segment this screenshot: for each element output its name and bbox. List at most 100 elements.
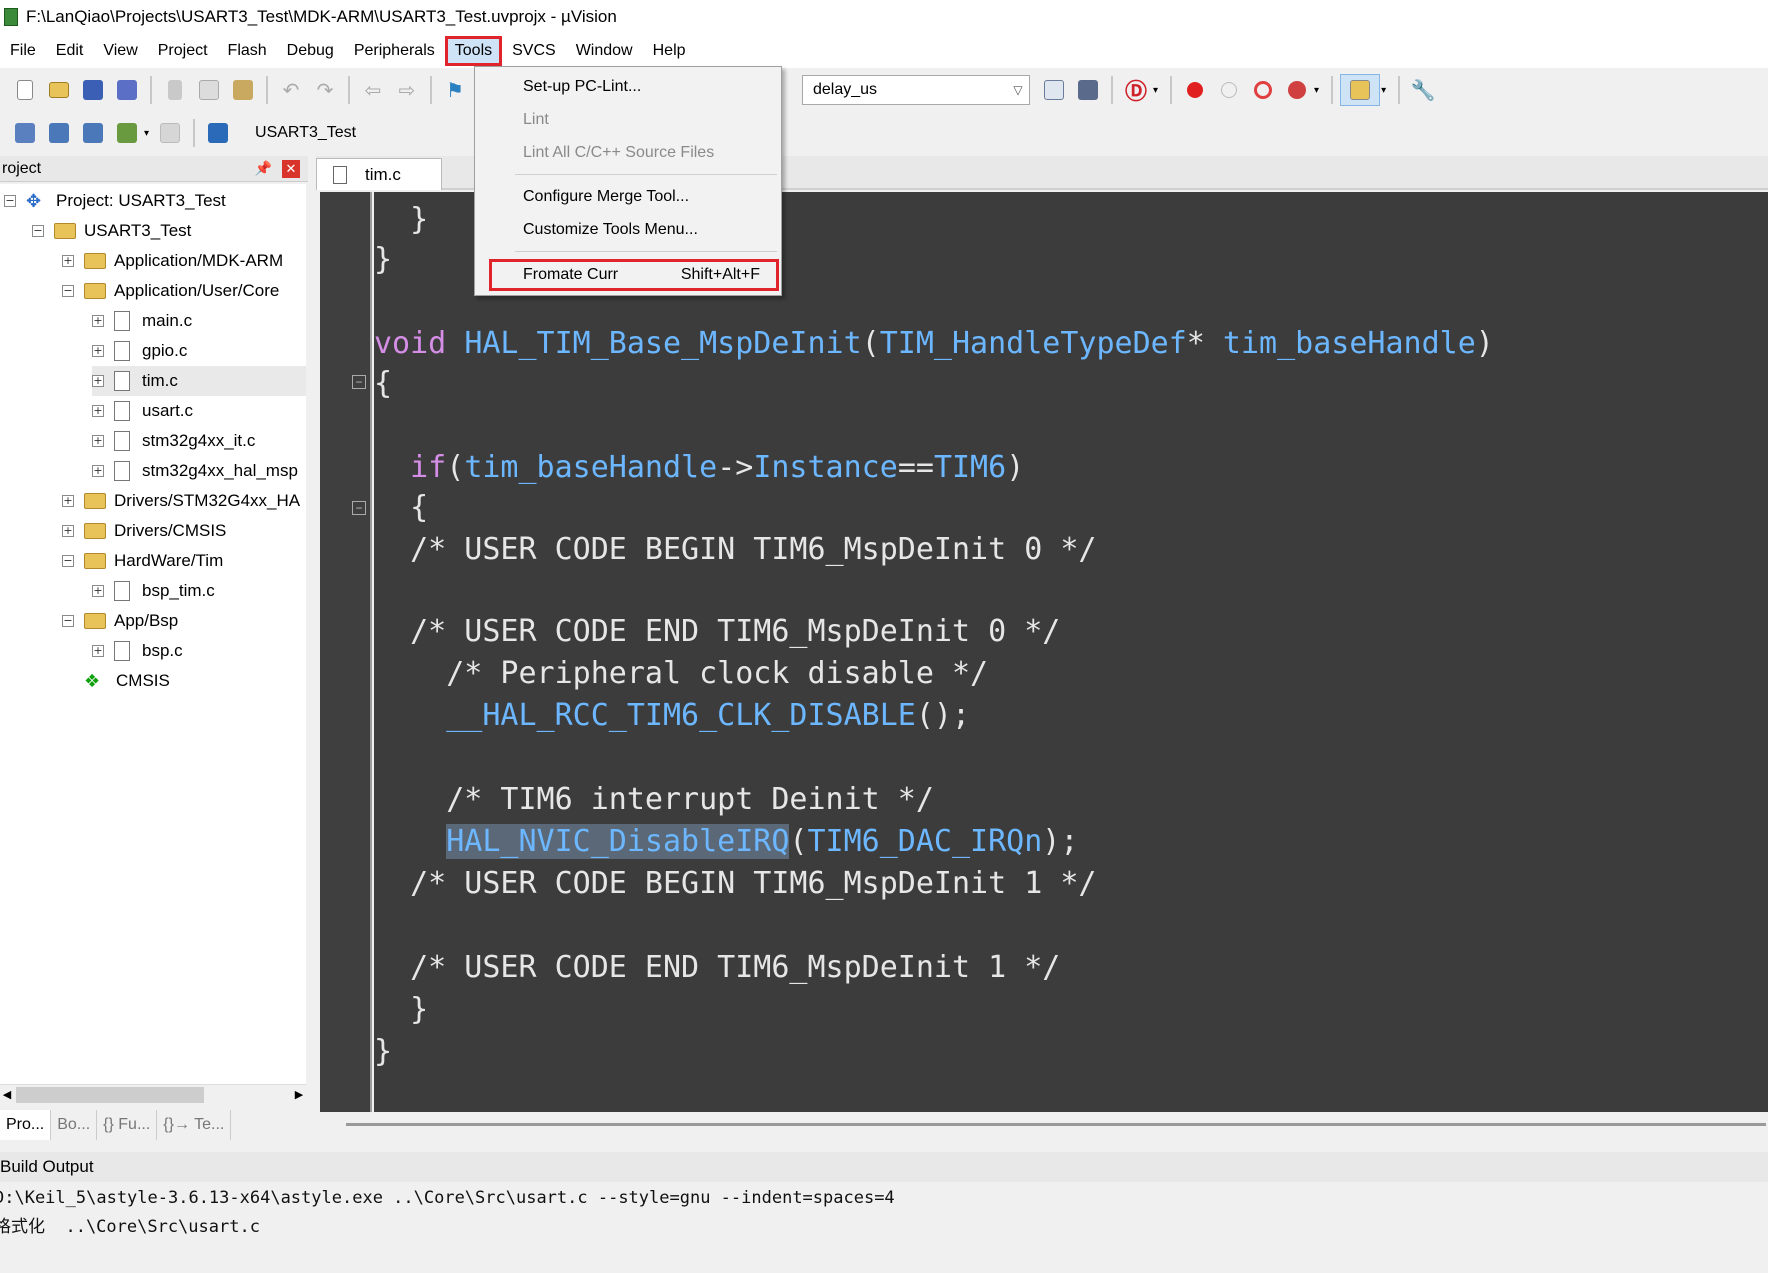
menu-help[interactable]: Help (643, 36, 696, 66)
pin-icon[interactable]: 📌 (255, 160, 272, 177)
configure-button[interactable]: 🔧 (1407, 74, 1439, 106)
menu-tools[interactable]: Tools (444, 36, 503, 66)
tree-item-group[interactable]: + Application/MDK-ARM (62, 246, 283, 276)
menu-peripherals[interactable]: Peripherals (344, 36, 445, 66)
menu-view[interactable]: View (93, 36, 147, 66)
tree-item-group[interactable]: − Application/User/Core (62, 276, 279, 306)
paste-button[interactable] (227, 74, 259, 106)
collapse-icon[interactable]: − (62, 615, 74, 627)
project-tree-hscrollbar[interactable]: ◀ ▶ (0, 1084, 306, 1104)
dropdown-arrow-icon[interactable]: ▾ (1381, 85, 1386, 96)
expand-icon[interactable]: + (92, 585, 104, 597)
tree-item-component[interactable]: ❖ CMSIS (84, 666, 170, 696)
menu-file[interactable]: File (0, 36, 46, 66)
menu-svcs[interactable]: SVCS (502, 36, 566, 66)
menu-project[interactable]: Project (148, 36, 218, 66)
menu-flash[interactable]: Flash (218, 36, 277, 66)
tree-item-target[interactable]: − USART3_Test (32, 216, 191, 246)
expand-icon[interactable]: + (92, 465, 104, 477)
rebuild-button[interactable] (77, 117, 109, 149)
scroll-right-icon[interactable]: ▶ (292, 1085, 306, 1105)
menu-item-customize-tools[interactable]: Customize Tools Menu... (523, 216, 698, 244)
expand-icon[interactable]: + (92, 645, 104, 657)
stop-build-button[interactable] (154, 117, 186, 149)
tree-item-file[interactable]: + usart.c (92, 396, 193, 426)
build-button[interactable] (43, 117, 75, 149)
open-file-button[interactable] (43, 74, 75, 106)
menu-item-setup-pclint[interactable]: Set-up PC-Lint... (523, 73, 641, 101)
expand-icon[interactable]: + (92, 375, 104, 387)
tab-templates[interactable]: {}→ Te... (157, 1110, 232, 1140)
editor-hscrollbar[interactable] (320, 1112, 1768, 1136)
menu-window[interactable]: Window (566, 36, 643, 66)
kill-all-breakpoints-button[interactable] (1281, 74, 1313, 106)
close-icon[interactable]: ✕ (282, 159, 300, 178)
incremental-find-button[interactable] (1072, 74, 1104, 106)
expand-icon[interactable]: + (92, 345, 104, 357)
code-editor[interactable]: } } void HAL_TIM_Base_MspDeInit(TIM_Hand… (374, 192, 1768, 1112)
code-line: } (374, 1034, 393, 1069)
tab-functions[interactable]: {} Fu... (97, 1110, 158, 1140)
menu-edit[interactable]: Edit (46, 36, 94, 66)
save-all-button[interactable] (111, 74, 143, 106)
fold-collapse-icon[interactable]: − (352, 375, 366, 389)
build-output-panel[interactable]: D:\Keil_5\astyle-3.6.13-x64\astyle.exe .… (0, 1184, 1768, 1273)
tree-item-file[interactable]: + bsp_tim.c (92, 576, 215, 606)
dropdown-arrow-icon[interactable]: ▾ (1153, 85, 1158, 96)
download-button[interactable] (202, 117, 234, 149)
menu-item-fromate-curr[interactable]: Fromate Curr Shift+Alt+F (489, 259, 779, 291)
tree-item-group[interactable]: − App/Bsp (62, 606, 178, 636)
expand-icon[interactable]: + (92, 405, 104, 417)
tree-item-project-root[interactable]: − ✥ Project: USART3_Test (4, 186, 226, 216)
batch-build-button[interactable] (111, 117, 143, 149)
tree-item-group[interactable]: + Drivers/STM32G4xx_HA (62, 486, 300, 516)
tab-tim-c[interactable]: tim.c (316, 158, 442, 190)
menu-debug[interactable]: Debug (277, 36, 344, 66)
collapse-icon[interactable]: − (4, 195, 16, 207)
redo-button[interactable]: ↷ (309, 74, 341, 106)
nav-back-button[interactable]: ⇦ (357, 74, 389, 106)
tree-item-file[interactable]: + bsp.c (92, 636, 183, 666)
cut-button[interactable] (159, 74, 191, 106)
translate-button[interactable] (9, 117, 41, 149)
collapse-icon[interactable]: − (62, 285, 74, 297)
nav-forward-button[interactable]: ⇨ (391, 74, 423, 106)
tree-item-file[interactable]: + stm32g4xx_hal_msp (92, 456, 298, 486)
fold-collapse-icon[interactable]: − (352, 501, 366, 515)
tree-item-file[interactable]: + stm32g4xx_it.c (92, 426, 255, 456)
find-in-files-button[interactable] (1038, 74, 1070, 106)
menu-item-lint-all[interactable]: Lint All C/C++ Source Files (523, 139, 714, 167)
copy-button[interactable] (193, 74, 225, 106)
collapse-icon[interactable]: − (62, 555, 74, 567)
save-button[interactable] (77, 74, 109, 106)
collapse-icon[interactable]: − (32, 225, 44, 237)
scroll-left-icon[interactable]: ◀ (0, 1085, 14, 1105)
tree-item-file[interactable]: + gpio.c (92, 336, 187, 366)
tab-books[interactable]: Bo... (51, 1110, 98, 1140)
target-select-combo[interactable]: USART3_Test (245, 118, 465, 148)
tree-item-file-selected[interactable]: + tim.c (92, 366, 306, 396)
tree-item-group[interactable]: + Drivers/CMSIS (62, 516, 226, 546)
window-layout-button[interactable] (1340, 74, 1381, 106)
enable-breakpoint-button[interactable] (1213, 74, 1245, 106)
debug-session-button[interactable]: Ⓓ (1120, 74, 1152, 106)
dropdown-arrow-icon[interactable]: ▾ (1314, 85, 1319, 96)
new-file-button[interactable] (9, 74, 41, 106)
bookmark-button[interactable]: ⚑ (439, 74, 471, 106)
expand-icon[interactable]: + (62, 495, 74, 507)
expand-icon[interactable]: + (92, 315, 104, 327)
disable-all-breakpoints-button[interactable] (1247, 74, 1279, 106)
tab-project[interactable]: Pro... (0, 1110, 52, 1140)
tree-item-file[interactable]: + main.c (92, 306, 192, 336)
undo-button[interactable]: ↶ (275, 74, 307, 106)
insert-breakpoint-button[interactable] (1179, 74, 1211, 106)
expand-icon[interactable]: + (92, 435, 104, 447)
expand-icon[interactable]: + (62, 255, 74, 267)
scroll-thumb[interactable] (16, 1087, 204, 1103)
find-function-combo[interactable]: delay_us ▽ (802, 75, 1030, 105)
menu-item-lint[interactable]: Lint (523, 106, 549, 134)
tree-item-group[interactable]: − HardWare/Tim (62, 546, 223, 576)
dropdown-arrow-icon[interactable]: ▾ (144, 128, 149, 139)
menu-item-configure-merge[interactable]: Configure Merge Tool... (523, 183, 689, 211)
expand-icon[interactable]: + (62, 525, 74, 537)
